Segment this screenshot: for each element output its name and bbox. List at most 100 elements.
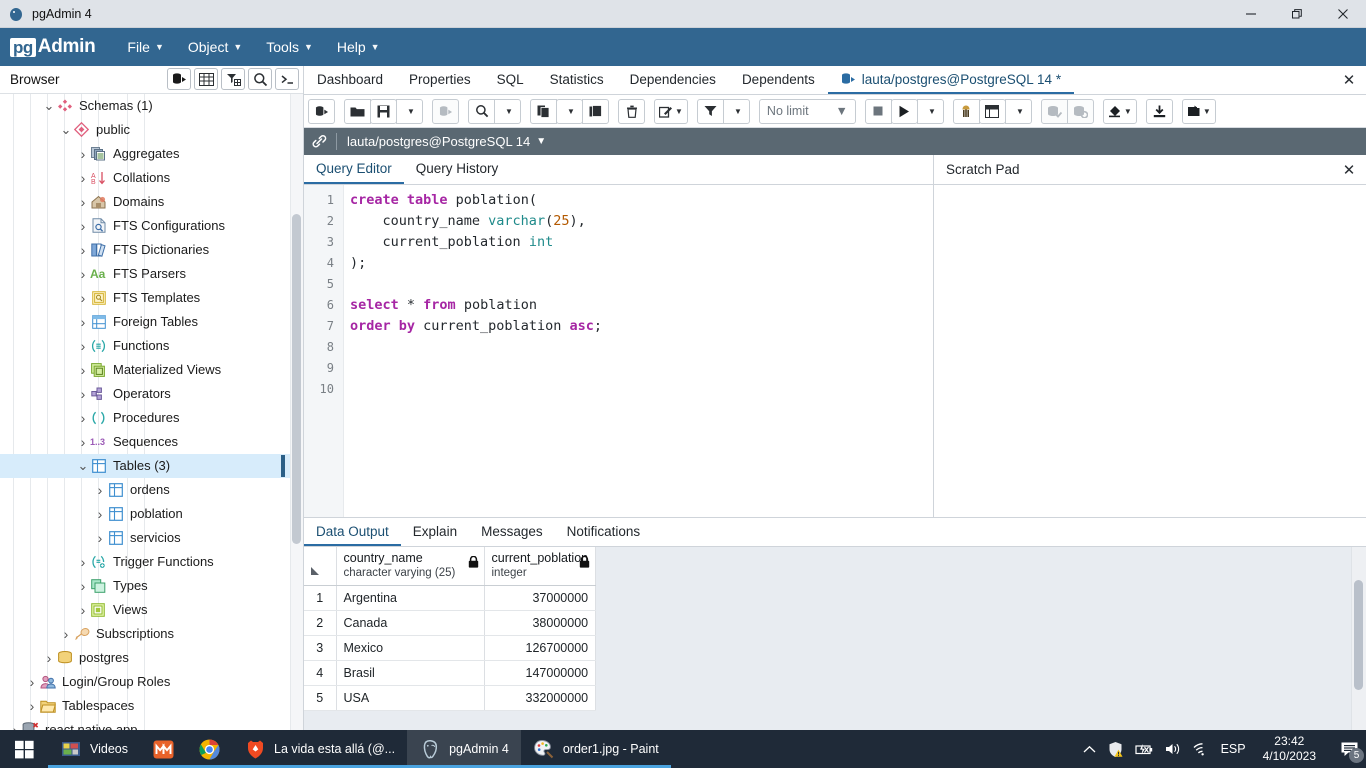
taskbar-item-pgadmin[interactable]: pgAdmin 4 xyxy=(407,730,521,768)
grid-row-number[interactable]: 1 xyxy=(304,585,337,611)
chevron-right-icon[interactable]: › xyxy=(76,602,90,618)
chevron-down-icon[interactable]: ⌄ xyxy=(59,123,73,136)
tab-query-editor[interactable]: Query Editor xyxy=(304,155,404,184)
chevron-right-icon[interactable]: › xyxy=(93,482,107,498)
tab-dependents[interactable]: Dependents xyxy=(729,66,828,94)
explain-options-dropdown-icon[interactable]: ▼ xyxy=(1004,98,1032,124)
tree-item-functions[interactable]: › Functions xyxy=(0,334,303,358)
tree-item-login-group-roles[interactable]: › Login/Group Roles xyxy=(0,670,303,694)
execute-play-icon[interactable] xyxy=(890,98,918,124)
tree-item-react-native-app[interactable]: › react native app xyxy=(0,718,303,730)
notifications-icon[interactable]: 5 xyxy=(1332,730,1366,768)
search-icon[interactable] xyxy=(248,68,272,91)
grid-cell-current-poblation[interactable]: 332000000 xyxy=(484,685,597,711)
security-warning-icon[interactable] xyxy=(1107,741,1124,758)
tree-item-postgres[interactable]: › postgres xyxy=(0,646,303,670)
commit-icon[interactable] xyxy=(1040,98,1068,124)
macros-icon[interactable]: ▼ xyxy=(1181,98,1216,124)
taskbar-item-chrome[interactable] xyxy=(186,730,232,768)
taskbar-item-mendeley[interactable] xyxy=(140,730,186,768)
chevron-right-icon[interactable]: › xyxy=(76,434,90,450)
clear-icon[interactable]: ▼ xyxy=(1102,98,1137,124)
tab-query-history[interactable]: Query History xyxy=(404,155,511,184)
chevron-right-icon[interactable]: › xyxy=(76,554,90,570)
grid-cell-current-poblation[interactable]: 147000000 xyxy=(484,660,597,686)
tree-item-fts-templates[interactable]: › FTS Templates xyxy=(0,286,303,310)
grid-row[interactable]: 1 Argentina 37000000 xyxy=(304,585,597,611)
taskbar-item-brave[interactable]: La vida esta allá (@... xyxy=(232,730,408,768)
grid-row[interactable]: 2 Canada 38000000 xyxy=(304,610,597,636)
tree-item-views[interactable]: › Views xyxy=(0,598,303,622)
chevron-right-icon[interactable]: › xyxy=(76,410,90,426)
stop-icon[interactable] xyxy=(864,98,892,124)
menu-file[interactable]: File ▼ xyxy=(117,34,173,60)
filter-dropdown-icon[interactable]: ▼ xyxy=(722,98,750,124)
minimize-icon[interactable] xyxy=(1228,0,1274,28)
grid-row-number[interactable]: 3 xyxy=(304,635,337,661)
grid-scrollbar-track[interactable] xyxy=(1351,547,1366,730)
open-file-icon[interactable] xyxy=(344,98,371,124)
delete-row-icon[interactable] xyxy=(618,98,645,124)
grid-column-header[interactable]: country_name character varying (25) xyxy=(336,547,485,586)
volume-icon[interactable] xyxy=(1165,742,1182,756)
grid-view-icon[interactable] xyxy=(194,68,218,91)
close-icon[interactable] xyxy=(1320,0,1366,28)
grid-cell-country-name[interactable]: Brasil xyxy=(336,660,485,686)
chevron-right-icon[interactable]: › xyxy=(76,362,90,378)
tab-dependencies[interactable]: Dependencies xyxy=(617,66,729,94)
grid-cell-country-name[interactable]: Canada xyxy=(336,610,485,636)
chevron-right-icon[interactable]: › xyxy=(76,266,90,282)
chevron-right-icon[interactable]: › xyxy=(76,170,90,186)
tree-item-public[interactable]: ⌄ public xyxy=(0,118,303,142)
tree-item-servicios[interactable]: › servicios xyxy=(0,526,303,550)
chevron-right-icon[interactable]: › xyxy=(59,626,73,642)
windows-start-icon[interactable] xyxy=(0,730,48,768)
chevron-down-icon[interactable]: ⌄ xyxy=(76,459,90,472)
rollback-icon[interactable] xyxy=(1066,98,1094,124)
edit-data-icon[interactable] xyxy=(432,98,459,124)
tree-item-fts-dictionaries[interactable]: › FTS Dictionaries xyxy=(0,238,303,262)
grid-row[interactable]: 3 Mexico 126700000 xyxy=(304,635,597,661)
tree-item-foreign-tables[interactable]: › Foreign Tables xyxy=(0,310,303,334)
grid-row-number[interactable]: 4 xyxy=(304,660,337,686)
tree-item-collations[interactable]: › A B Collations xyxy=(0,166,303,190)
copy-icon[interactable] xyxy=(530,98,557,124)
tree-item-ordens[interactable]: › ordens xyxy=(0,478,303,502)
grid-cell-current-poblation[interactable]: 37000000 xyxy=(484,585,597,611)
grid-row-number[interactable]: 5 xyxy=(304,685,337,711)
tab-explain[interactable]: Explain xyxy=(401,518,469,546)
grid-column-header[interactable]: current_poblation integer xyxy=(484,547,597,586)
chevron-right-icon[interactable]: › xyxy=(93,530,107,546)
find-icon[interactable] xyxy=(468,98,495,124)
chevron-right-icon[interactable]: › xyxy=(76,194,90,210)
taskbar-item-videos[interactable]: Videos xyxy=(48,730,140,768)
grid-cell-current-poblation[interactable]: 126700000 xyxy=(484,635,597,661)
chevron-right-icon[interactable]: › xyxy=(76,314,90,330)
tab-statistics[interactable]: Statistics xyxy=(537,66,617,94)
tree-item-procedures[interactable]: › Procedures xyxy=(0,406,303,430)
tree-item-aggregates[interactable]: › Aggregates xyxy=(0,142,303,166)
chevron-right-icon[interactable]: › xyxy=(93,506,107,522)
tree-item-materialized-views[interactable]: › Materialized Views xyxy=(0,358,303,382)
grid-row-number[interactable]: 2 xyxy=(304,610,337,636)
object-explorer-icon[interactable] xyxy=(167,68,191,91)
chevron-right-icon[interactable]: › xyxy=(76,338,90,354)
tree-item-tablespaces[interactable]: › Tablespaces xyxy=(0,694,303,718)
save-file-icon[interactable] xyxy=(370,98,397,124)
chevron-right-icon[interactable]: › xyxy=(76,290,90,306)
filter-icon[interactable] xyxy=(696,98,724,124)
tree-item-fts-configurations[interactable]: › FTS Configurations xyxy=(0,214,303,238)
sql-code-text[interactable]: create table poblation( country_name var… xyxy=(344,185,933,517)
scratch-pad-close-icon[interactable]: ✕ xyxy=(1332,161,1366,179)
tree-item-sequences[interactable]: › 1..3 Sequences xyxy=(0,430,303,454)
chevron-down-icon[interactable]: ⌄ xyxy=(42,99,56,112)
connection-selector[interactable]: lauta/postgres@PostgreSQL 14 ▼ xyxy=(347,134,546,149)
tree-item-types[interactable]: › Types xyxy=(0,574,303,598)
tree-item-fts-parsers[interactable]: › Aa FTS Parsers xyxy=(0,262,303,286)
tree-item-domains[interactable]: › Domains xyxy=(0,190,303,214)
menu-tools[interactable]: Tools ▼ xyxy=(256,34,323,60)
execute-dropdown-icon[interactable]: ▼ xyxy=(916,98,944,124)
chevron-right-icon[interactable]: › xyxy=(25,698,39,714)
taskbar-item-paint[interactable]: order1.jpg - Paint xyxy=(520,730,671,768)
find-dropdown-icon[interactable]: ▼ xyxy=(494,98,521,124)
